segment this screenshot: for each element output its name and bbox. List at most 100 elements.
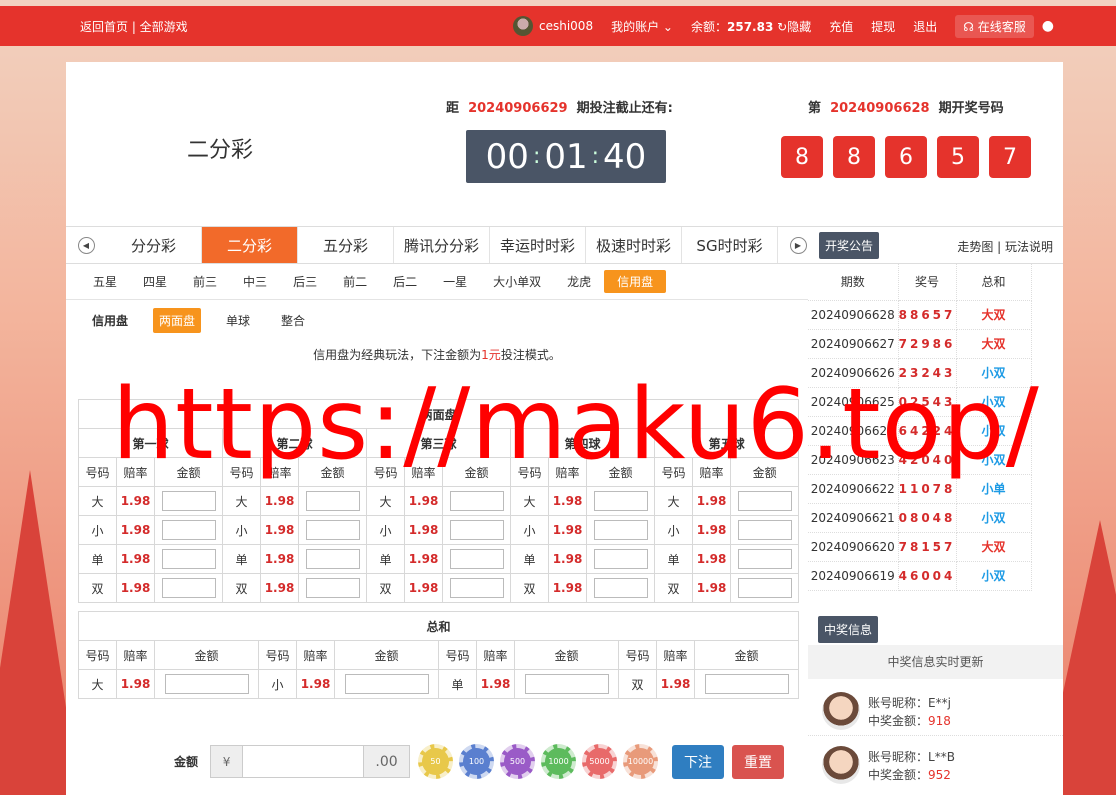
bet-amount-cell: [442, 515, 511, 545]
column-header: 金额: [334, 640, 439, 670]
username: ceshi008: [539, 19, 594, 33]
refresh-icon[interactable]: ↻: [777, 20, 787, 34]
subtab-qianer[interactable]: 前二: [330, 270, 380, 293]
nick-label: 账号昵称：: [868, 696, 929, 710]
online-service-button[interactable]: ☊ 在线客服: [955, 14, 1034, 38]
bet-amount-input[interactable]: [737, 491, 792, 511]
bet-odds: 1.98: [260, 573, 299, 603]
bet-amount-input[interactable]: [593, 520, 648, 540]
bet-amount-input[interactable]: [449, 491, 504, 511]
win-info-button[interactable]: 中奖信息: [818, 616, 879, 643]
tab-prev-button[interactable]: ◀: [66, 227, 106, 263]
bet-amount-cell: [154, 486, 223, 516]
subtab-qiansan[interactable]: 前三: [180, 270, 230, 293]
column-header: 号码: [438, 640, 477, 670]
subtab-housan[interactable]: 后三: [280, 270, 330, 293]
bet-amount-input[interactable]: [449, 549, 504, 569]
clock-separator: :: [532, 144, 541, 169]
bet-odds: 1.98: [260, 515, 299, 545]
tab-xingyun[interactable]: 幸运时时彩: [490, 227, 586, 263]
table-row: 20240906628 88657 大双: [808, 300, 1032, 330]
mode-danqiu[interactable]: 单球: [220, 308, 256, 333]
bet-amount-cell: [586, 515, 655, 545]
subtab-zhongsan[interactable]: 中三: [230, 270, 280, 293]
subtab-daxiao[interactable]: 大小单双: [480, 270, 554, 293]
bet-amount-input[interactable]: [737, 549, 792, 569]
sum-amount-input[interactable]: [704, 674, 789, 694]
chip-5000[interactable]: 5000: [582, 744, 618, 779]
bet-amount-input[interactable]: [161, 491, 216, 511]
tab-erfencai[interactable]: 二分彩: [202, 227, 298, 263]
tab-sg[interactable]: SG时时彩: [682, 227, 778, 263]
desc-unit: 1元: [481, 348, 501, 362]
sum-amount-input[interactable]: [164, 674, 249, 694]
bet-amount-input[interactable]: [161, 520, 216, 540]
mode-label: 信用盘: [92, 314, 129, 328]
bet-amount-input[interactable]: [305, 549, 360, 569]
subtab-houer[interactable]: 后二: [380, 270, 430, 293]
draw-ball: 8: [833, 136, 875, 178]
bet-amount-cell: [729, 573, 800, 603]
bet-footer: 金额 ¥ .00 50 100 500 1000 5000 10000 下注 重置: [174, 744, 785, 779]
tab-next-button[interactable]: ▶: [778, 227, 818, 263]
bet-amount-input[interactable]: [737, 578, 792, 598]
tab-jisu[interactable]: 极速时时彩: [586, 227, 682, 263]
tab-wufencai[interactable]: 五分彩: [298, 227, 394, 263]
chip-100[interactable]: 100: [459, 744, 495, 779]
recharge-link[interactable]: 充值: [829, 18, 853, 35]
bet-amount-input[interactable]: [593, 578, 648, 598]
mode-liangmian[interactable]: 两面盘: [153, 308, 202, 333]
bet-odds: 1.98: [404, 573, 443, 603]
logout-link[interactable]: 退出: [913, 18, 937, 35]
hide-balance[interactable]: 隐藏: [787, 20, 811, 34]
bet-amount-input[interactable]: [305, 520, 360, 540]
bet-amount-input[interactable]: [449, 578, 504, 598]
chip-10000[interactable]: 10000: [623, 744, 659, 779]
subtab-wuxing[interactable]: 五星: [80, 270, 130, 293]
bet-amount-input[interactable]: [737, 520, 792, 540]
bet-amount-input[interactable]: [593, 549, 648, 569]
tab-fenfencai[interactable]: 分分彩: [106, 227, 202, 263]
table-row: 20240906621 08048 小双: [808, 503, 1032, 533]
subtab-sixing[interactable]: 四星: [130, 270, 180, 293]
bet-code: 大: [366, 486, 405, 516]
winner-amount-line: 中奖金额：952: [868, 766, 951, 783]
subtab-yixing[interactable]: 一星: [430, 270, 480, 293]
sum-code: 小: [258, 669, 297, 699]
bet-amount-input[interactable]: [305, 491, 360, 511]
sum-amount-input[interactable]: [524, 674, 609, 694]
chip-500[interactable]: 500: [500, 744, 536, 779]
reset-button[interactable]: 重置: [732, 744, 785, 779]
mode-zhenghe[interactable]: 整合: [275, 308, 311, 333]
draw-notice-button[interactable]: 开奖公告: [819, 232, 880, 259]
tab-tengxun[interactable]: 腾讯分分彩: [394, 227, 490, 263]
nick-label: 账号昵称：: [868, 750, 929, 764]
top-bar: 返回首页 | 全部游戏 ceshi008 我的账户 ⌄ 余额：257.83 ↻隐…: [0, 6, 1116, 46]
bet-button[interactable]: 下注: [672, 744, 725, 779]
withdraw-link[interactable]: 提现: [871, 18, 895, 35]
nick-value: L**B: [928, 750, 955, 764]
history-numbers: 08048: [898, 503, 957, 533]
game-tab-bar: ◀ 分分彩 二分彩 五分彩 腾讯分分彩 幸运时时彩 极速时时彩 SG时时彩 ▶: [66, 226, 1063, 264]
win-entry: 账号昵称：L**B 中奖金额：952: [808, 736, 1063, 790]
bet-amount-cell: [298, 486, 367, 516]
account-label: 我的账户: [611, 19, 660, 34]
subtab-longhu[interactable]: 龙虎: [554, 270, 604, 293]
qq-icon[interactable]: ●: [1042, 18, 1054, 34]
subtab-xinyongpan[interactable]: 信用盘: [604, 270, 667, 293]
chip-50[interactable]: 50: [418, 744, 454, 779]
bet-amount-input[interactable]: [161, 578, 216, 598]
clock-separator: :: [591, 144, 600, 169]
bet-amount-input[interactable]: [305, 578, 360, 598]
account-menu[interactable]: 我的账户 ⌄: [611, 18, 673, 35]
bet-amount-input[interactable]: [449, 520, 504, 540]
bet-amount-input[interactable]: [161, 549, 216, 569]
home-link[interactable]: 返回首页 | 全部游戏: [80, 18, 188, 35]
sum-amount-input[interactable]: [344, 674, 429, 694]
bet-odds: 1.98: [116, 486, 155, 516]
amount-input[interactable]: [243, 746, 364, 777]
bet-amount-input[interactable]: [593, 491, 648, 511]
chip-1000[interactable]: 1000: [541, 744, 577, 779]
trend-links[interactable]: 走势图 | 玩法说明: [957, 238, 1053, 255]
table-row: 20240906619 46004 小双: [808, 561, 1032, 591]
